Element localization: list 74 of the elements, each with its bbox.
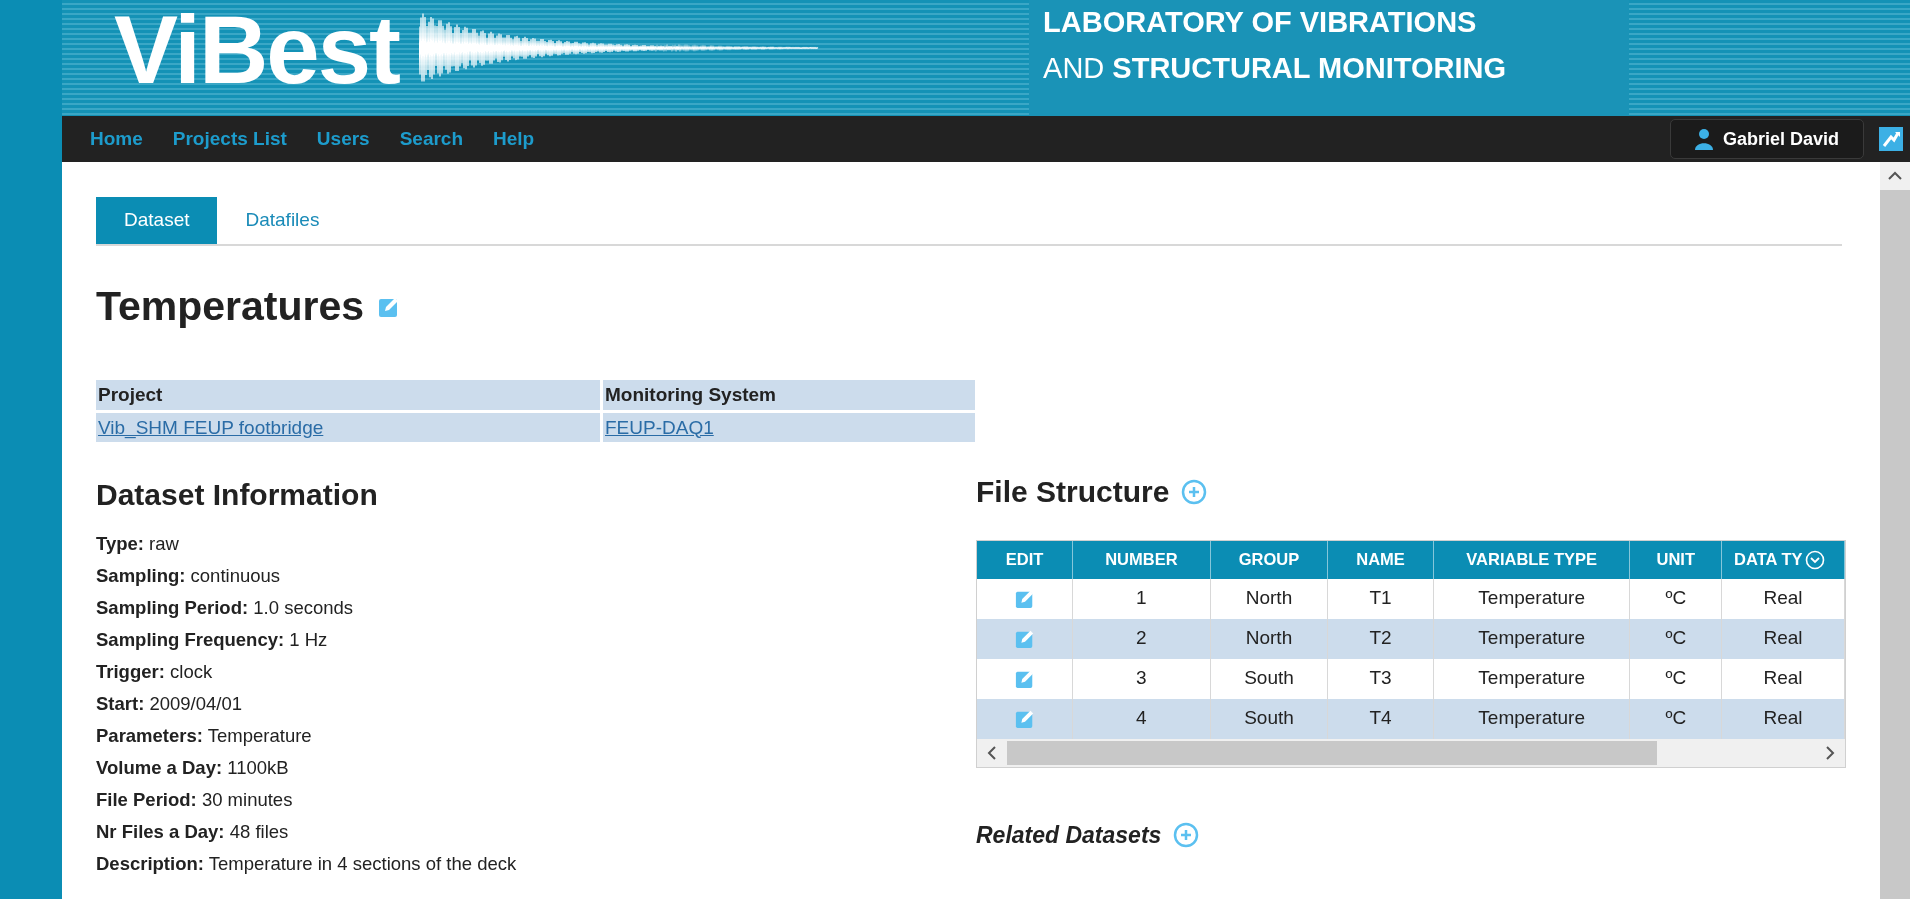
edit-icon[interactable] — [1014, 709, 1035, 730]
scroll-left-icon[interactable] — [987, 745, 997, 760]
nav-link[interactable]: Help — [493, 124, 535, 154]
tab[interactable]: Dataset — [96, 197, 218, 244]
vertical-scrollbar[interactable] — [1880, 162, 1910, 899]
nav-link[interactable]: Home — [90, 124, 143, 154]
column-header[interactable]: NAME — [1327, 540, 1434, 579]
table-cell: North — [1210, 618, 1328, 659]
info-field: Start: 2009/04/01 — [96, 687, 976, 720]
table-cell: Real — [1721, 578, 1845, 619]
info-field: Trigger: clock — [96, 655, 976, 688]
info-field: Sampling: continuous — [96, 559, 976, 592]
logo: ViBest — [114, 2, 400, 102]
edit-icon[interactable] — [1014, 629, 1035, 650]
horizontal-scrollbar[interactable] — [977, 738, 1845, 767]
table-cell: T4 — [1327, 698, 1434, 739]
add-icon[interactable] — [1173, 821, 1200, 848]
nav-link[interactable]: Users — [316, 124, 370, 154]
scroll-up-icon[interactable] — [1888, 171, 1902, 181]
share-icon[interactable] — [1878, 126, 1904, 152]
info-field: Parameters: Temperature — [96, 719, 976, 752]
table-cell: Temperature — [1433, 658, 1630, 699]
info-field: Description: Temperature in 4 sections of the deck — [96, 847, 976, 880]
column-header[interactable]: DATA TY — [1734, 547, 1803, 572]
nav-link[interactable]: Search — [399, 124, 464, 154]
column-header[interactable]: EDIT — [977, 540, 1073, 579]
info-field: Type: raw — [96, 527, 976, 560]
table-cell: T2 — [1327, 618, 1434, 659]
info-field: Nr Files a Day: 48 files — [96, 815, 976, 848]
table-cell: ºC — [1629, 618, 1722, 659]
table-cell: Temperature — [1433, 578, 1630, 619]
lab-name-line: LABORATORY OF VIBRATIONS — [1043, 5, 1478, 40]
column-header: Project — [96, 379, 600, 410]
scrollbar-thumb[interactable] — [1007, 740, 1657, 765]
table-cell: T1 — [1327, 578, 1434, 619]
column-header[interactable]: UNIT — [1629, 540, 1722, 579]
section-heading: Dataset Information — [96, 476, 379, 512]
table-cell: South — [1210, 658, 1328, 699]
add-icon[interactable] — [1181, 478, 1208, 505]
page-title: Temperatures — [96, 282, 365, 331]
column-header[interactable]: GROUP — [1210, 540, 1328, 579]
table-cell: ºC — [1629, 698, 1722, 739]
table-cell: ºC — [1629, 658, 1722, 699]
table-cell: Temperature — [1433, 618, 1630, 659]
tab[interactable]: Datafiles — [217, 197, 348, 244]
edit-icon[interactable] — [1014, 669, 1035, 690]
table-cell: Real — [1721, 698, 1845, 739]
table-cell: 1 — [1072, 578, 1211, 619]
info-field: Sampling Period: 1.0 seconds — [96, 591, 976, 624]
info-field: Sampling Frequency: 1 Hz — [96, 623, 976, 656]
table-cell: South — [1210, 698, 1328, 739]
column-header[interactable]: NUMBER — [1072, 540, 1211, 579]
column-header[interactable]: VARIABLE TYPE — [1433, 540, 1630, 579]
edit-icon[interactable] — [1014, 589, 1035, 610]
info-field: File Period: 30 minutes — [96, 783, 976, 816]
nav-link[interactable]: Projects List — [172, 124, 287, 154]
lab-name-line: AND STRUCTURAL MONITORING — [1043, 51, 1507, 86]
user-menu-button[interactable]: Gabriel David — [1669, 119, 1864, 159]
table-cell: Temperature — [1433, 698, 1630, 739]
table-cell: Real — [1721, 658, 1845, 699]
scroll-right-icon[interactable] — [1825, 745, 1835, 760]
chevron-down-icon[interactable] — [1804, 549, 1825, 570]
section-heading: File Structure — [976, 474, 1170, 510]
table-cell: ºC — [1629, 578, 1722, 619]
table-cell: 2 — [1072, 618, 1211, 659]
info-field: Volume a Day: 1100kB — [96, 751, 976, 784]
table-cell: T3 — [1327, 658, 1434, 699]
column-header: Monitoring System — [603, 379, 975, 410]
section-heading: Related Datasets — [976, 820, 1162, 850]
table-cell: 3 — [1072, 658, 1211, 699]
table-cell: 4 — [1072, 698, 1211, 739]
user-icon — [1694, 128, 1713, 150]
table-cell: Real — [1721, 618, 1845, 659]
table-cell: North — [1210, 578, 1328, 619]
